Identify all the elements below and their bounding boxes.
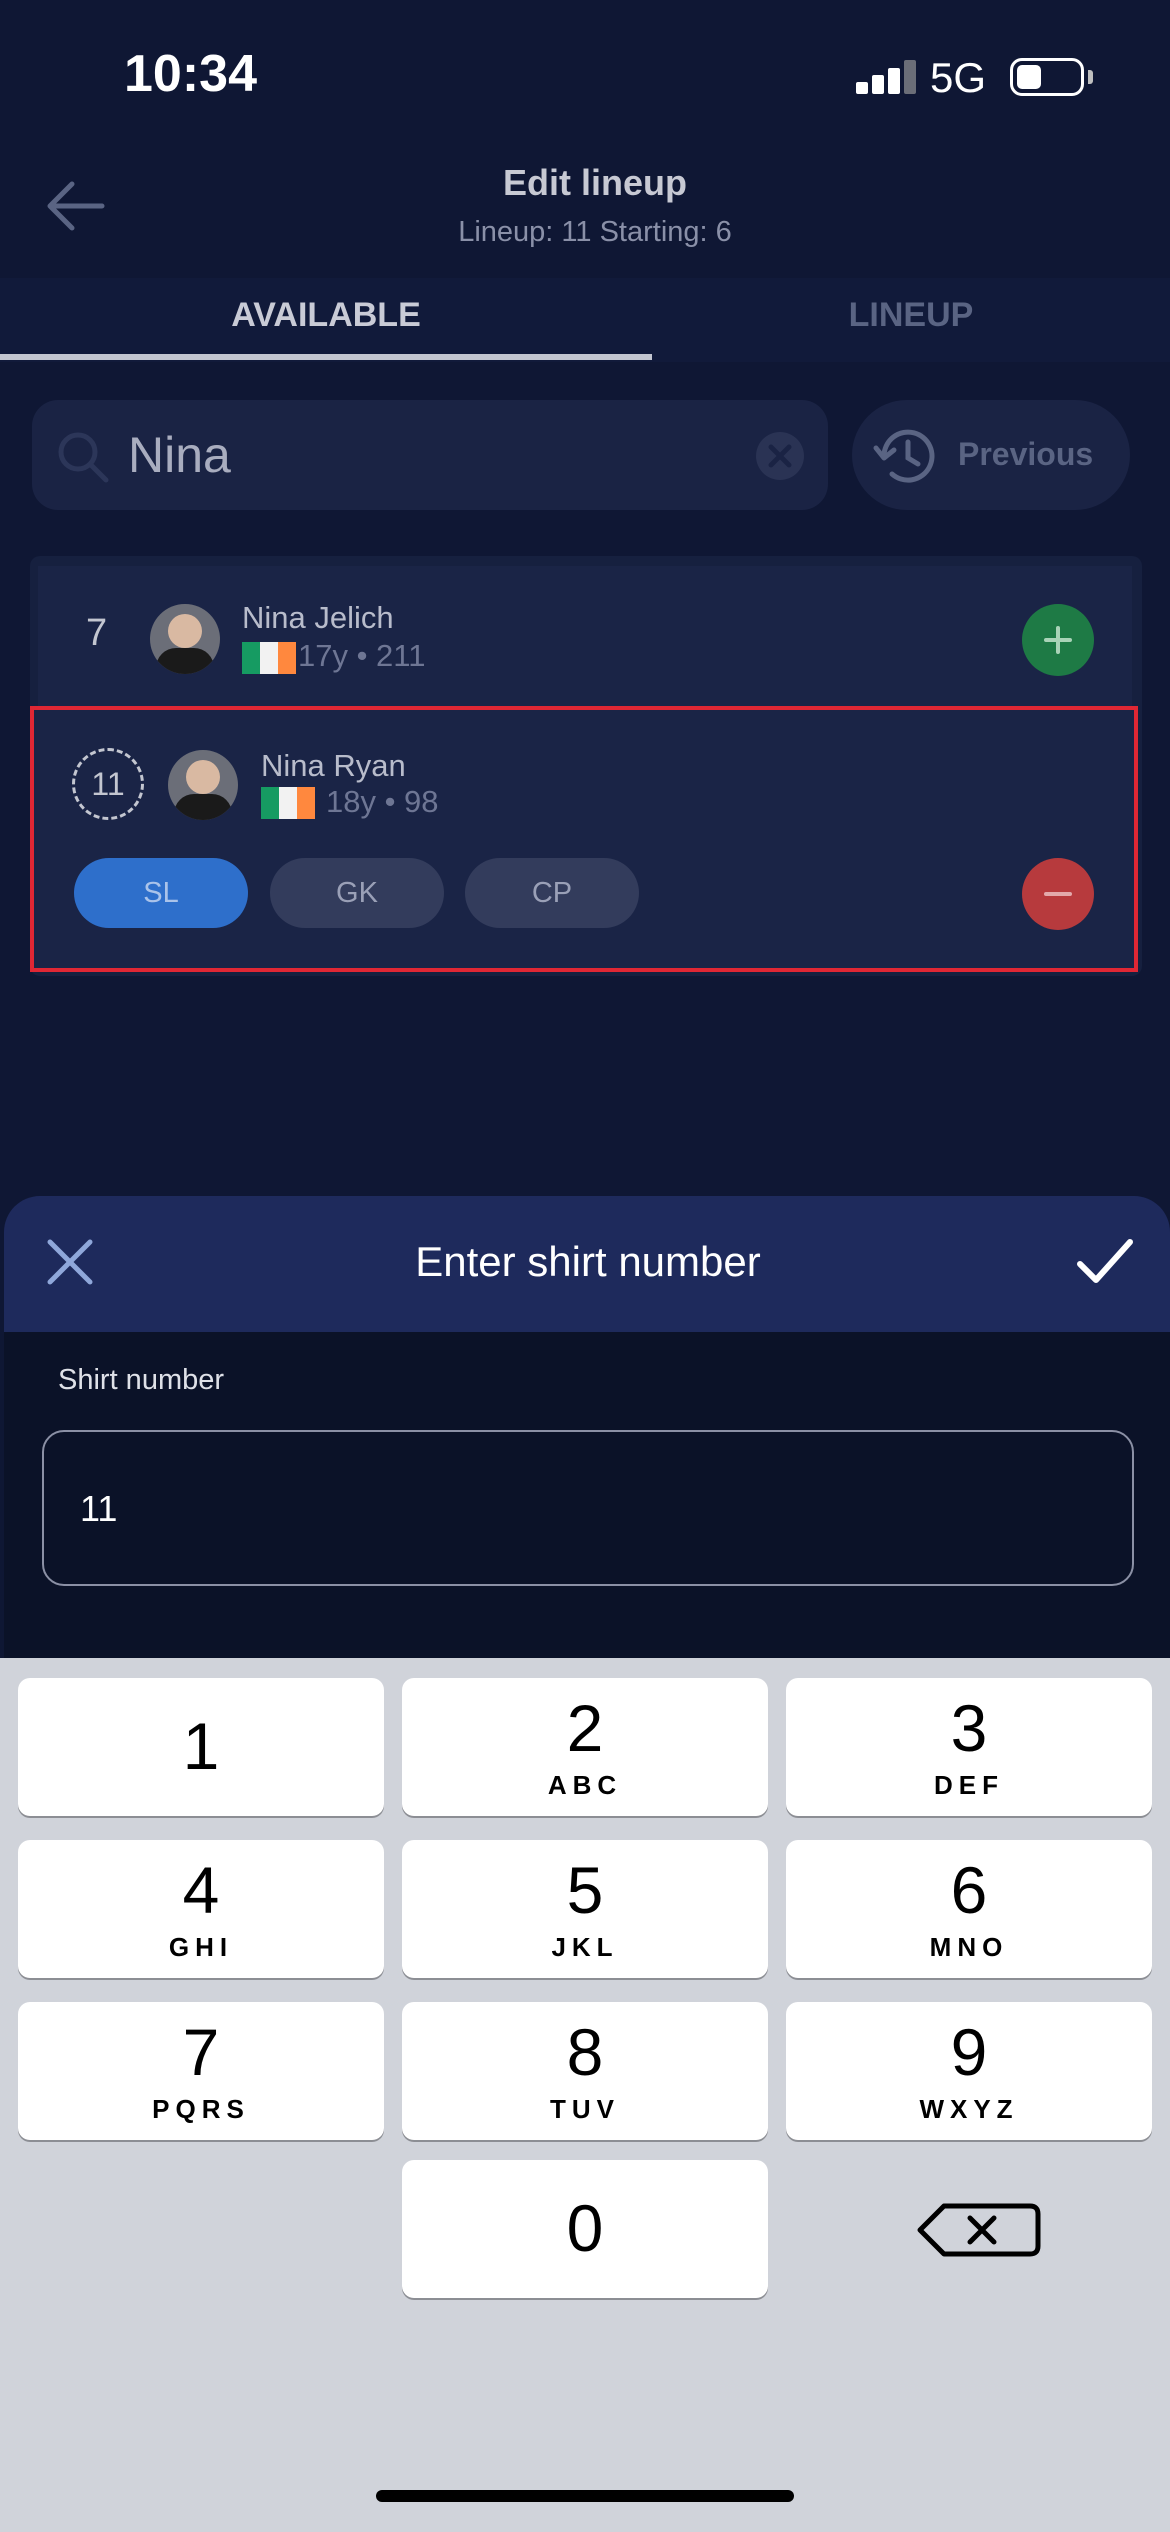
- numeric-keypad: 1 2 ABC 3 DEF 4 GHI 5 JKL 6 MNO 7 PQRS 8 TUV 9 W…: [0, 1658, 1170, 2532]
- clear-search-icon[interactable]: [754, 430, 806, 482]
- key-letters: DEF: [934, 1770, 1004, 1800]
- position-chip-sl[interactable]: SL: [74, 858, 248, 928]
- tab-available[interactable]: AVAILABLE: [0, 278, 652, 362]
- network-label: 5G: [930, 54, 987, 101]
- player-name: Nina Ryan: [261, 748, 406, 783]
- key-5[interactable]: 5 JKL: [402, 1840, 768, 1978]
- key-digit: 0: [566, 2191, 604, 2265]
- tab-lineup[interactable]: LINEUP: [652, 278, 1170, 362]
- previous-label: Previous: [958, 436, 1094, 472]
- key-letters: WXYZ: [919, 2094, 1019, 2124]
- ireland-flag-icon: [242, 642, 296, 674]
- search-value[interactable]: Nina: [128, 426, 231, 484]
- add-player-button[interactable]: [1022, 604, 1094, 676]
- key-letters: TUV: [550, 2094, 620, 2124]
- key-digit: 7: [182, 2015, 220, 2089]
- key-7[interactable]: 7 PQRS: [18, 2002, 384, 2140]
- shirt-number: 7: [86, 612, 108, 654]
- player-name: Nina Jelich: [242, 600, 394, 635]
- key-digit: 2: [566, 1691, 604, 1765]
- delete-key-icon[interactable]: [786, 2160, 1152, 2298]
- key-digit: 8: [566, 2015, 604, 2089]
- checkmark-icon[interactable]: [1076, 1236, 1134, 1288]
- player-row-selected[interactable]: [30, 706, 1138, 972]
- key-letters: ABC: [547, 1770, 623, 1800]
- key-digit: 3: [950, 1691, 988, 1765]
- player-meta: 18y • 98: [326, 784, 439, 819]
- key-8[interactable]: 8 TUV: [402, 2002, 768, 2140]
- shirt-number-field[interactable]: [42, 1430, 1134, 1586]
- history-icon: [873, 429, 935, 483]
- signal-icon: [856, 60, 916, 94]
- tab-bar: AVAILABLE LINEUP: [0, 278, 1170, 362]
- key-2[interactable]: 2 ABC: [402, 1678, 768, 1816]
- avatar: [150, 604, 220, 674]
- key-1[interactable]: 1: [18, 1678, 384, 1816]
- key-letters: MNO: [929, 1932, 1009, 1962]
- battery-icon: [1010, 58, 1084, 96]
- key-digit: 1: [182, 1709, 220, 1783]
- page-subtitle: Lineup: 11 Starting: 6: [458, 216, 732, 248]
- shirt-number-value[interactable]: 11: [80, 1488, 117, 1530]
- battery-tip: [1088, 70, 1093, 84]
- remove-player-button[interactable]: [1022, 858, 1094, 930]
- position-chip-gk[interactable]: GK: [270, 858, 444, 928]
- key-3[interactable]: 3 DEF: [786, 1678, 1152, 1816]
- key-digit: 4: [182, 1853, 220, 1927]
- key-digit: 5: [566, 1853, 604, 1927]
- status-time: 10:34: [124, 45, 257, 103]
- page-title: Edit lineup: [503, 162, 687, 203]
- key-4[interactable]: 4 GHI: [18, 1840, 384, 1978]
- key-6[interactable]: 6 MNO: [786, 1840, 1152, 1978]
- key-letters: PQRS: [152, 2094, 250, 2124]
- player-meta: 17y • 211: [298, 638, 426, 673]
- key-digit: 6: [950, 1853, 988, 1927]
- key-letters: JKL: [551, 1932, 619, 1962]
- active-tab-indicator: [0, 354, 652, 360]
- key-9[interactable]: 9 WXYZ: [786, 2002, 1152, 2140]
- shirt-number-label: Shirt number: [58, 1364, 225, 1396]
- search-icon: [58, 432, 109, 483]
- key-0[interactable]: 0: [402, 2160, 768, 2298]
- key-digit: 9: [950, 2015, 988, 2089]
- position-chip-cp[interactable]: CP: [465, 858, 639, 928]
- ireland-flag-icon: [261, 787, 315, 819]
- avatar: [168, 750, 238, 820]
- key-letters: GHI: [168, 1932, 234, 1962]
- sheet-title: Enter shirt number: [415, 1238, 761, 1285]
- shirt-number: 11: [91, 766, 125, 802]
- home-indicator: [376, 2490, 794, 2502]
